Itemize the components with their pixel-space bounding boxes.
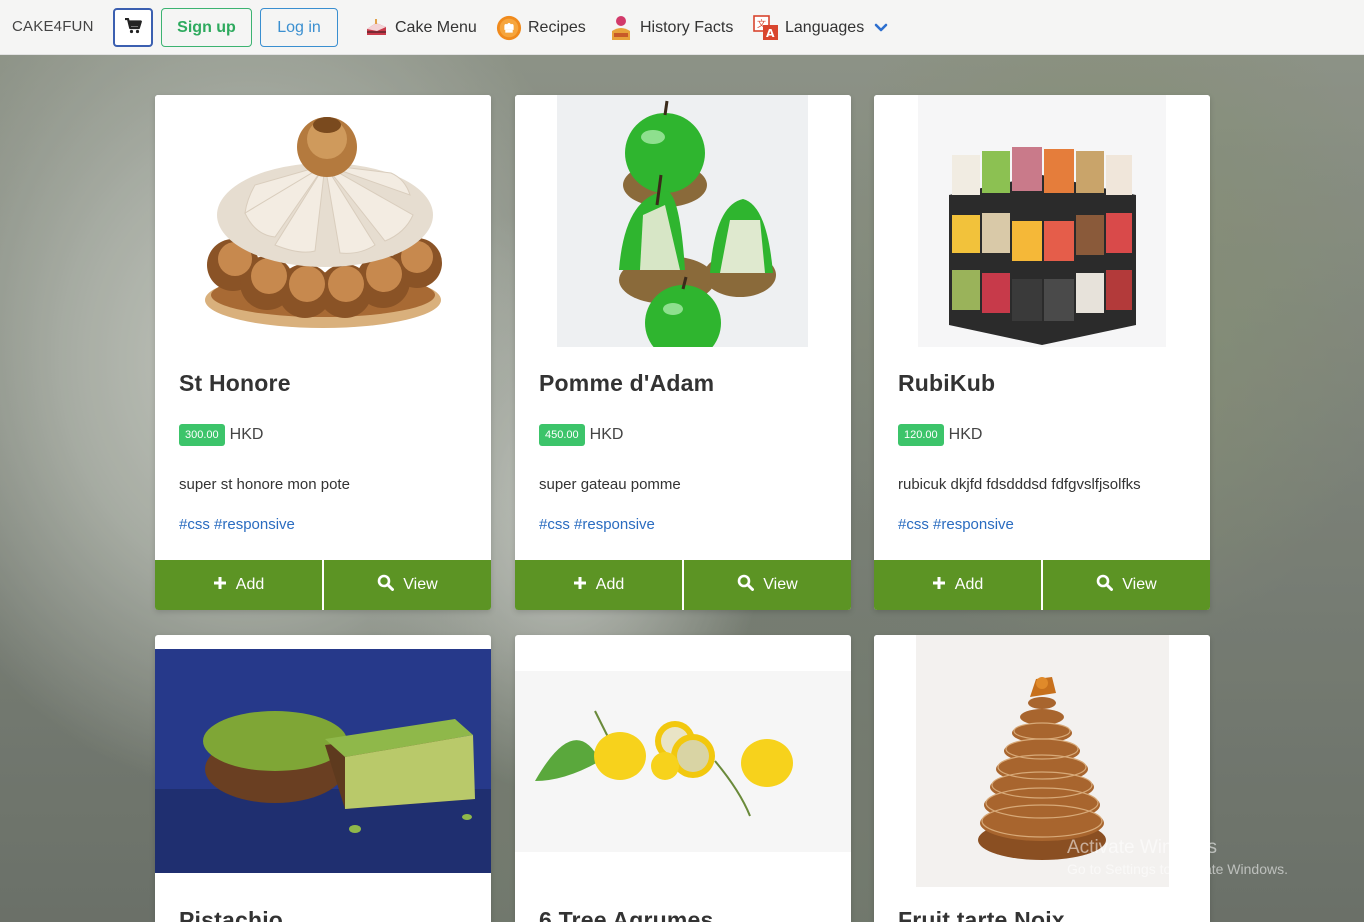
plus-icon [213, 576, 227, 595]
nav-link-label: Cake Menu [395, 19, 477, 36]
watermark-subtitle: Go to Settings to activate Windows. [1067, 861, 1288, 877]
product-card: Pistachio [155, 635, 491, 922]
product-card: Fruit tarte Noix [874, 635, 1210, 922]
add-button[interactable]: Add [155, 560, 322, 610]
product-card: Pomme d'Adam 450.00 HKD super gateau pom… [515, 95, 851, 610]
add-button[interactable]: Add [874, 560, 1041, 610]
svg-text:A: A [766, 27, 775, 40]
search-icon [377, 574, 395, 596]
price-row: 300.00 HKD [179, 424, 263, 446]
card-actions: Add View [874, 560, 1210, 610]
plus-icon [573, 576, 587, 595]
nav-link-label: History Facts [640, 19, 734, 36]
view-button[interactable]: View [682, 560, 851, 610]
history-icon [608, 15, 634, 41]
product-tags[interactable]: #css #responsive [898, 516, 1014, 533]
product-tags[interactable]: #css #responsive [179, 516, 295, 533]
search-icon [1096, 574, 1114, 596]
card-actions: Add View [515, 560, 851, 610]
login-button[interactable]: Log in [260, 8, 338, 47]
nav-link-history-facts[interactable]: History Facts [608, 14, 733, 42]
product-tags[interactable]: #css #responsive [539, 516, 655, 533]
view-button-label: View [763, 576, 798, 593]
brand-logo[interactable]: CAKE4FUN [12, 18, 94, 35]
product-image-agrumes [515, 671, 851, 852]
product-image-pistachio [155, 649, 491, 873]
nav-link-label: Recipes [528, 19, 586, 36]
product-image-rubikub [874, 95, 1210, 347]
add-button-label: Add [954, 576, 984, 593]
view-button[interactable]: View [1041, 560, 1210, 610]
product-card: RubiKub 120.00 HKD rubicuk dkjfd fdsddds… [874, 95, 1210, 610]
product-card: St Honore 300.00 HKD super st honore mon… [155, 95, 491, 610]
add-button[interactable]: Add [515, 560, 682, 610]
signup-button[interactable]: Sign up [161, 8, 252, 47]
price-badge: 120.00 [898, 424, 944, 446]
plus-icon [932, 576, 946, 595]
recipes-icon [496, 15, 522, 41]
price-badge: 300.00 [179, 424, 225, 446]
add-button-label: Add [595, 576, 625, 593]
view-button-label: View [1122, 576, 1157, 593]
product-image-st-honore [155, 95, 491, 347]
product-title: St Honore [179, 370, 291, 396]
product-title: Pomme d'Adam [539, 370, 715, 396]
product-title: 6 Tree Agrumes [539, 907, 714, 922]
product-title: RubiKub [898, 370, 996, 396]
watermark-title: Activate Windows [1067, 837, 1217, 858]
add-button-label: Add [235, 576, 265, 593]
currency-label: HKD [589, 426, 624, 443]
product-description: rubicuk dkjfd fdsdddsd fdfgvslfjsolfks [898, 476, 1141, 493]
cart-button[interactable] [113, 8, 153, 47]
cake-icon [363, 15, 389, 41]
activate-windows-watermark: Activate Windows Go to Settings to activ… [1067, 837, 1288, 877]
currency-label: HKD [229, 426, 264, 443]
svg-text:文: 文 [757, 18, 766, 30]
view-button[interactable]: View [322, 560, 491, 610]
product-description: super gateau pomme [539, 476, 681, 493]
cart-icon [124, 17, 142, 37]
nav-link-languages[interactable]: 文 A Languages [753, 14, 888, 42]
search-icon [737, 574, 755, 596]
nav-link-cake-menu[interactable]: Cake Menu [363, 14, 477, 42]
price-row: 120.00 HKD [898, 424, 982, 446]
product-title: Fruit tarte Noix [898, 907, 1065, 922]
currency-label: HKD [948, 426, 983, 443]
product-title: Pistachio [179, 907, 284, 922]
product-image-pomme-dadam [515, 95, 851, 361]
chevron-down-icon [874, 23, 888, 33]
card-actions: Add View [155, 560, 491, 610]
nav-link-label: Languages [785, 19, 865, 36]
view-button-label: View [403, 576, 438, 593]
product-description: super st honore mon pote [179, 476, 350, 493]
price-row: 450.00 HKD [539, 424, 623, 446]
product-card: 6 Tree Agrumes [515, 635, 851, 922]
navbar: CAKE4FUN Sign up Log in Cake Menu Recipe… [0, 0, 1364, 55]
price-badge: 450.00 [539, 424, 585, 446]
translate-icon: 文 A [753, 15, 779, 41]
nav-link-recipes[interactable]: Recipes [496, 14, 586, 42]
